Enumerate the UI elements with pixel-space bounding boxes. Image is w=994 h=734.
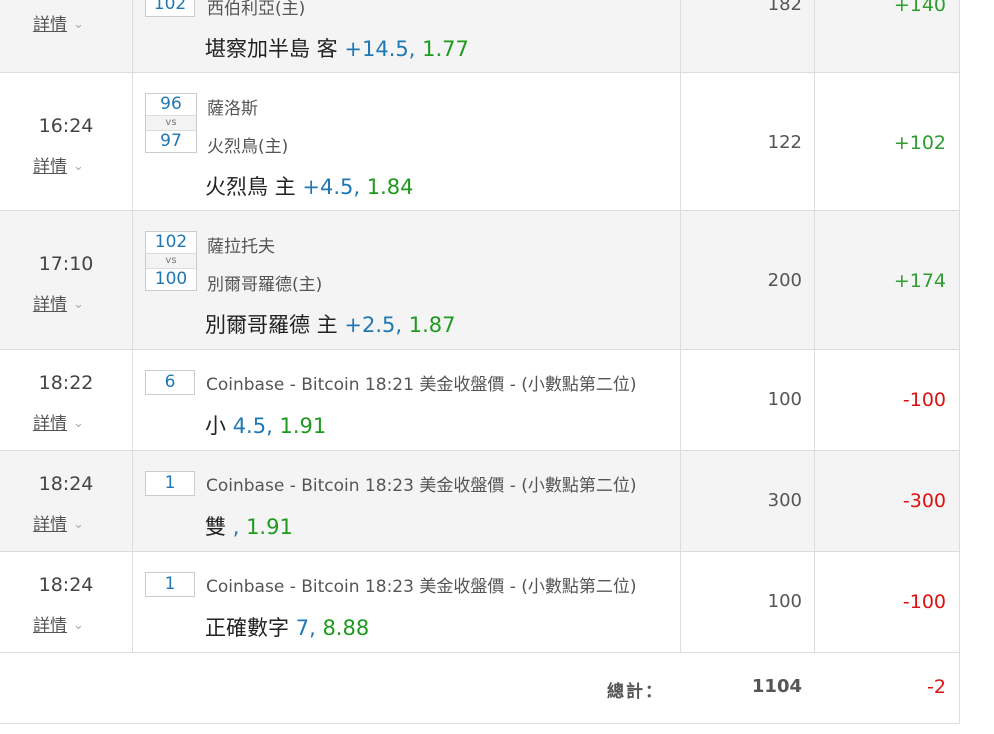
event-name: Coinbase - Bitcoin 18:23 美金收盤價 - (小數點第二位… [206, 476, 637, 496]
bet-pick: 堪察加半島 客 +14.5, 1.77 [205, 37, 469, 61]
home-score: 102 [153, 0, 187, 14]
details-label: 詳情 [33, 157, 67, 177]
stake-amount: 200 [767, 270, 802, 291]
chevron-down-icon: ⌄ [73, 416, 84, 431]
pick-line: 4.5 [232, 414, 267, 438]
bet-pick: 別爾哥羅德 主 +2.5, 1.87 [205, 313, 456, 337]
home-team: 別爾哥羅德(主) [207, 275, 323, 295]
chevron-down-icon: ⌄ [73, 17, 84, 32]
result-amount: -300 [902, 490, 946, 512]
pick-odds: 1.77 [422, 37, 469, 61]
home-score: 100 [154, 269, 188, 289]
result-value-box: 1 [145, 572, 195, 597]
bet-time: 18:24 [38, 473, 94, 495]
table-row: 18:24 詳情 ⌄ 1 Coinbase - Bitcoin 18:23 美金收… [0, 552, 959, 653]
pick-name: 雙 [205, 515, 226, 539]
bet-time: 18:22 [38, 372, 94, 394]
pick-line: 7 [295, 616, 310, 640]
result-value-box: 1 [145, 471, 195, 496]
details-link[interactable]: 詳情 ⌄ [33, 290, 84, 315]
away-score: 96 [160, 94, 182, 114]
details-label: 詳情 [33, 616, 67, 636]
details-label: 詳情 [33, 515, 67, 535]
pick-name: 火烈鳥 主 [205, 175, 296, 199]
stake-amount: 100 [767, 389, 802, 410]
bet-time: 18:24 [38, 574, 94, 596]
details-label: 詳情 [33, 295, 67, 315]
home-score: 97 [160, 131, 182, 151]
total-stake: 1104 [751, 676, 802, 697]
details-link[interactable]: 詳情 ⌄ [33, 611, 84, 636]
totals-row: 總計： 1104 -2 [0, 653, 959, 724]
event-name: Coinbase - Bitcoin 18:23 美金收盤價 - (小數點第二位… [206, 577, 637, 597]
stake-amount: 300 [767, 490, 802, 511]
bet-pick: 小 4.5, 1.91 [205, 414, 327, 438]
details-link[interactable]: 詳情 ⌄ [33, 152, 84, 177]
result-amount: +102 [893, 132, 946, 154]
home-score-box: 102 [145, 0, 195, 17]
result-amount: -100 [902, 591, 946, 613]
pick-odds: 1.91 [246, 515, 293, 539]
result-value: 1 [164, 574, 176, 594]
pick-name: 正確數字 [205, 616, 289, 640]
result-value-box: 6 [145, 370, 195, 395]
details-link[interactable]: 詳情 ⌄ [33, 409, 84, 434]
pick-odds: 8.88 [322, 616, 370, 640]
result-amount: -100 [902, 389, 946, 411]
table-row: 16:24 詳情 ⌄ 96 vs 97 薩洛斯 火烈鳥(主) 火烈鳥 主 +4.5… [0, 73, 959, 211]
details-label: 詳情 [33, 15, 67, 35]
table-row: 18:22 詳情 ⌄ 6 Coinbase - Bitcoin 18:21 美金收… [0, 350, 959, 451]
pick-odds: 1.84 [366, 175, 414, 199]
score-box: 96 vs 97 [145, 93, 197, 153]
away-team: 薩拉托夫 [207, 237, 275, 257]
vs-label: vs [146, 115, 196, 131]
chevron-down-icon: ⌄ [73, 159, 84, 174]
home-team: 火烈鳥(主) [207, 137, 289, 157]
pick-name: 別爾哥羅德 主 [205, 313, 338, 337]
bet-pick: 雙 , 1.91 [205, 515, 293, 539]
away-score: 102 [154, 232, 188, 252]
stake-amount: 100 [767, 591, 802, 612]
result-amount: +140 [893, 0, 946, 16]
stake-amount: 122 [767, 132, 802, 153]
details-link[interactable]: 詳情 ⌄ [33, 510, 84, 535]
chevron-down-icon: ⌄ [73, 618, 84, 633]
away-team: 薩洛斯 [207, 99, 258, 119]
result-amount: +174 [893, 270, 946, 292]
bet-time: 16:24 [38, 115, 94, 137]
details-label: 詳情 [33, 414, 67, 434]
table-row: 詳情 ⌄ 102 西伯利亞(主) 堪察加半島 客 +14.5, 1.77 182 … [0, 0, 959, 73]
pick-name: 小 [205, 414, 226, 438]
stake-amount: 182 [767, 0, 802, 15]
pick-name: 堪察加半島 客 [205, 37, 338, 61]
totals-label: 總計： [607, 682, 664, 702]
home-team: 西伯利亞(主) [207, 0, 306, 19]
chevron-down-icon: ⌄ [73, 297, 84, 312]
chevron-down-icon: ⌄ [73, 517, 84, 532]
table-row: 17:10 詳情 ⌄ 102 vs 100 薩拉托夫 別爾哥羅德(主) 別爾哥羅德… [0, 211, 959, 350]
vs-label: vs [146, 253, 196, 269]
pick-line: +14.5 [344, 37, 409, 61]
score-box: 102 vs 100 [145, 231, 197, 291]
event-name: Coinbase - Bitcoin 18:21 美金收盤價 - (小數點第二位… [206, 375, 637, 395]
total-result: -2 [927, 676, 946, 698]
bet-time: 17:10 [38, 253, 94, 275]
bet-pick: 正確數字 7, 8.88 [205, 616, 370, 640]
details-link[interactable]: 詳情 ⌄ [33, 10, 84, 35]
bet-pick: 火烈鳥 主 +4.5, 1.84 [205, 175, 414, 199]
pick-odds: 1.87 [408, 313, 456, 337]
result-value: 6 [164, 372, 176, 392]
result-value: 1 [164, 473, 176, 493]
pick-line: +4.5 [302, 175, 354, 199]
pick-odds: 1.91 [279, 414, 327, 438]
bet-history-table: 詳情 ⌄ 102 西伯利亞(主) 堪察加半島 客 +14.5, 1.77 182 … [0, 0, 960, 724]
table-row: 18:24 詳情 ⌄ 1 Coinbase - Bitcoin 18:23 美金收… [0, 451, 959, 552]
pick-line: +2.5 [344, 313, 396, 337]
